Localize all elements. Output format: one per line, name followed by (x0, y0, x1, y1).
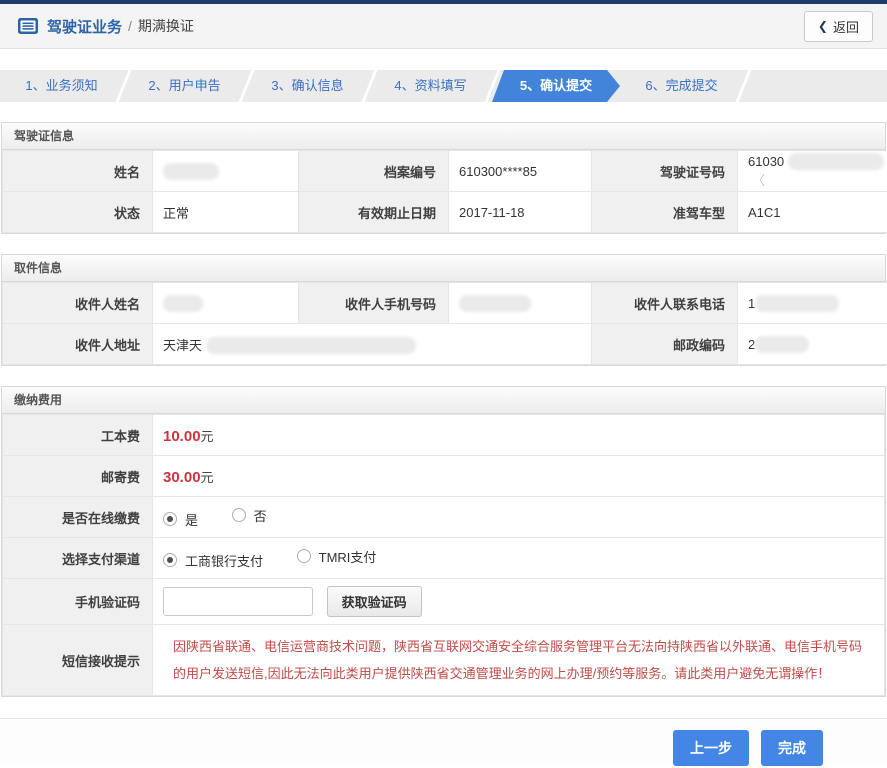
redacted-blob (755, 335, 810, 353)
redacted-blob (459, 294, 531, 312)
sms-code-label: 手机验证码 (2, 578, 153, 625)
online-pay-no-option[interactable]: 否 (231, 506, 267, 525)
vehicle-class-value: A1C1 (737, 191, 887, 233)
table-row: 手机验证码 获取验证码 (2, 578, 885, 625)
step-nav-filler (743, 70, 887, 102)
expiry-date-value: 2017-11-18 (448, 191, 592, 233)
pay-channel-options: 工商银行支付 TMRI支付 (152, 537, 885, 579)
file-number-label: 档案编号 (298, 150, 449, 192)
cost-fee-label: 工本费 (2, 414, 153, 456)
step-nav: 1、业务须知 2、用户申告 3、确认信息 4、资料填写 5、确认提交 6、完成提… (0, 70, 887, 102)
step-4-fill-data[interactable]: 4、资料填写 (369, 70, 492, 102)
page-subtitle: 期满换证 (137, 18, 194, 34)
status-value: 正常 (152, 191, 299, 233)
table-row: 邮寄费 30.00元 (2, 455, 885, 497)
table-row: 姓名 档案编号 610300****85 驾驶证号码 61030 〈 (2, 150, 887, 192)
step-6-complete[interactable]: 6、完成提交 (620, 70, 743, 102)
get-sms-code-button[interactable]: 获取验证码 (326, 586, 422, 617)
license-info-section: 驾驶证信息 姓名 档案编号 610300****85 驾驶证号码 61030 〈… (1, 122, 887, 234)
cost-fee-value: 10.00元 (152, 414, 885, 456)
name-value (152, 150, 299, 192)
recipient-address-label: 收件人地址 (2, 323, 153, 365)
vehicle-class-label: 准驾车型 (591, 191, 738, 233)
license-section-title: 驾驶证信息 (2, 123, 885, 150)
recipient-name-label: 收件人姓名 (2, 282, 153, 324)
redacted-blob (205, 336, 416, 354)
header: 驾驶证业务 / 期满换证 ❮ 返回 (0, 4, 887, 49)
recipient-name-value (152, 282, 299, 324)
redacted-blob (163, 162, 219, 180)
pay-channel-tmri-option[interactable]: TMRI支付 (296, 547, 376, 566)
expiry-date-label: 有效期止日期 (298, 191, 449, 233)
footer-actions: 上一步 完成 (0, 718, 887, 766)
pickup-section-title: 取件信息 (2, 255, 885, 282)
recipient-mobile-label: 收件人手机号码 (298, 282, 449, 324)
postage-fee-unit: 元 (200, 469, 214, 485)
online-pay-options: 是 否 (152, 496, 885, 538)
license-number-value: 61030 〈 (737, 150, 887, 192)
back-button-label: 返回 (832, 19, 859, 35)
online-pay-label: 是否在线缴费 (2, 496, 153, 538)
fees-section-title: 缴纳费用 (2, 387, 885, 414)
recipient-mobile-value (448, 282, 592, 324)
pay-channel-icbc-option[interactable]: 工商银行支付 (163, 551, 263, 570)
breadcrumb: 驾驶证业务 / 期满换证 (18, 16, 194, 37)
name-label: 姓名 (2, 150, 153, 192)
status-label: 状态 (2, 191, 153, 233)
page-title: 驾驶证业务 (47, 18, 123, 36)
table-row: 状态 正常 有效期止日期 2017-11-18 准驾车型 A1C1 (2, 191, 887, 233)
recipient-phone-label: 收件人联系电话 (591, 282, 738, 324)
redacted-blob (163, 294, 203, 312)
license-number-suffix: 〈 (752, 173, 766, 188)
recipient-phone-value: 1 (737, 282, 887, 324)
postage-fee-value: 30.00元 (152, 455, 885, 497)
sms-code-input[interactable] (163, 587, 313, 616)
file-number-value: 610300****85 (448, 150, 592, 192)
chevron-left-icon: ❮ (817, 19, 828, 33)
sms-notice-text: 因陕西省联通、电信运营商技术问题，陕西省互联网交通安全综合服务管理平台无法向持陕… (173, 639, 863, 681)
pickup-info-table: 收件人姓名 收件人手机号码 收件人联系电话 1 收件人地址 天津天 邮政编码 2 (2, 282, 887, 365)
table-row: 收件人地址 天津天 邮政编码 2 (2, 323, 887, 365)
back-button[interactable]: ❮ 返回 (803, 10, 873, 42)
radio-selected-icon[interactable] (163, 553, 177, 567)
pickup-info-section: 取件信息 收件人姓名 收件人手机号码 收件人联系电话 1 收件人地址 天津天 邮… (1, 254, 887, 366)
license-info-table: 姓名 档案编号 610300****85 驾驶证号码 61030 〈 状态 正常… (2, 150, 887, 233)
postage-fee-label: 邮寄费 (2, 455, 153, 497)
sms-notice-label: 短信接收提示 (2, 624, 153, 696)
postage-fee-amount: 30.00 (163, 468, 201, 486)
redacted-blob (787, 153, 884, 170)
recipient-address-value: 天津天 (152, 323, 592, 365)
sms-notice-cell: 因陕西省联通、电信运营商技术问题，陕西省互联网交通安全综合服务管理平台无法向持陕… (152, 624, 885, 696)
radio-unselected-icon[interactable] (231, 508, 246, 522)
fees-section: 缴纳费用 工本费 10.00元 邮寄费 30.00元 是否在线缴费 是 否 选择… (1, 386, 886, 697)
main-content: 驾驶证信息 姓名 档案编号 610300****85 驾驶证号码 61030 〈… (0, 122, 887, 697)
previous-step-button[interactable]: 上一步 (673, 730, 749, 766)
license-number-label: 驾驶证号码 (591, 150, 738, 192)
radio-unselected-icon[interactable] (296, 549, 311, 563)
table-row: 是否在线缴费 是 否 (2, 496, 885, 538)
fees-table: 工本费 10.00元 邮寄费 30.00元 是否在线缴费 是 否 选择支付渠道 … (2, 414, 885, 696)
table-row: 工本费 10.00元 (2, 414, 885, 456)
finish-button[interactable]: 完成 (761, 730, 823, 766)
cost-fee-unit: 元 (200, 428, 214, 444)
table-row: 收件人姓名 收件人手机号码 收件人联系电话 1 (2, 282, 887, 324)
breadcrumb-separator: / (128, 18, 132, 34)
step-2-declaration[interactable]: 2、用户申告 (123, 70, 246, 102)
sms-code-cell: 获取验证码 (152, 578, 885, 625)
step-3-confirm-info[interactable]: 3、确认信息 (246, 70, 369, 102)
table-row: 选择支付渠道 工商银行支付 TMRI支付 (2, 537, 885, 579)
postcode-label: 邮政编码 (591, 323, 738, 365)
online-pay-yes-option[interactable]: 是 (163, 510, 198, 529)
step-1-notice[interactable]: 1、业务须知 (0, 70, 123, 102)
postcode-value: 2 (737, 323, 887, 365)
redacted-blob (755, 294, 840, 312)
step-5-confirm-submit[interactable]: 5、确认提交 (492, 70, 620, 102)
radio-selected-icon[interactable] (163, 512, 177, 526)
cost-fee-amount: 10.00 (163, 427, 201, 445)
table-row: 短信接收提示 因陕西省联通、电信运营商技术问题，陕西省互联网交通安全综合服务管理… (2, 624, 885, 696)
pay-channel-label: 选择支付渠道 (2, 537, 153, 579)
document-list-icon (18, 18, 38, 34)
